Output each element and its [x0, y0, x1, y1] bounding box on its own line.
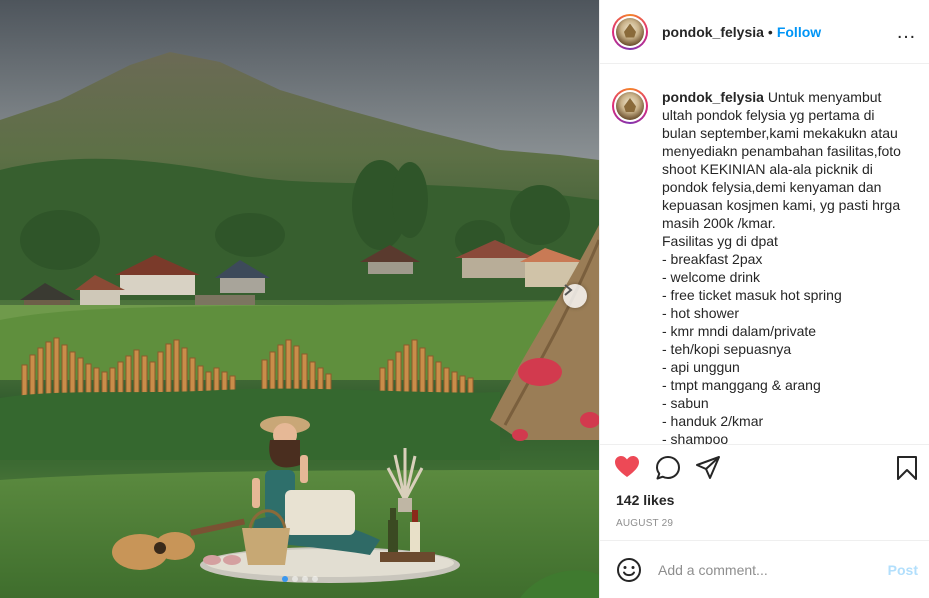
caption-line: - breakfast 2pax — [662, 251, 763, 267]
next-photo-button[interactable] — [563, 284, 587, 308]
caption-line: - api unggun — [662, 359, 740, 375]
caption-line: - teh/kopi sepuasnya — [662, 341, 792, 357]
caption-line: - tmpt manggang & arang — [662, 377, 821, 393]
bookmark-icon — [897, 456, 917, 480]
likes-count[interactable]: 142 likes — [616, 492, 674, 508]
comment-button[interactable] — [655, 455, 681, 486]
caption-line: ultah pondok felysia yg pertama di — [662, 107, 875, 123]
post-photo[interactable] — [0, 0, 599, 598]
scene-illustration — [0, 0, 599, 598]
carousel-dot — [281, 576, 288, 582]
like-button[interactable] — [614, 455, 640, 484]
post-date[interactable]: AUGUST 29 — [616, 518, 673, 529]
caption-line: - shampoo — [662, 431, 729, 445]
caption-line: shoot KEKINIAN ala-ala picknik di — [662, 161, 873, 177]
carousel-dot — [291, 576, 298, 582]
caption-username[interactable]: pondok_felysia — [662, 89, 764, 105]
comments-area[interactable]: pondok_felysia Untuk menyambut ultah pon… — [600, 64, 929, 445]
caption-line: - hot shower — [662, 305, 740, 321]
carousel-dot — [301, 576, 308, 582]
follow-button[interactable]: Follow — [777, 24, 821, 40]
profile-picture — [616, 92, 644, 120]
action-bar — [600, 455, 929, 487]
caption-text: pondok_felysia Untuk menyambut ultah pon… — [662, 88, 902, 445]
caption-line: - kmr mndi dalam/private — [662, 323, 817, 339]
emoji-button[interactable] — [616, 557, 642, 583]
post-caption: pondok_felysia Untuk menyambut ultah pon… — [600, 64, 929, 445]
share-icon — [696, 456, 720, 479]
caption-line: - handuk 2/kmar — [662, 413, 764, 429]
profile-picture — [616, 17, 644, 46]
post-sidebar: pondok_felysia • Follow … pondok_felysia… — [599, 0, 929, 598]
caption-line: pondok_felysia Untuk menyambut — [662, 88, 902, 106]
carousel-indicator — [281, 576, 318, 582]
post-view: pondok_felysia • Follow … pondok_felysia… — [0, 0, 929, 598]
username-link[interactable]: pondok_felysia — [662, 24, 764, 40]
caption-line: pondok felysia,demi kenyaman dan — [662, 179, 882, 195]
caption-line: Fasilitas yg di dpat — [662, 233, 778, 249]
heart-icon — [615, 456, 639, 477]
carousel-dot — [311, 576, 318, 582]
chevron-right-icon — [564, 284, 573, 296]
caption-line: - welcome drink — [662, 269, 761, 285]
comment-input[interactable] — [656, 560, 888, 579]
more-options-icon[interactable]: … — [896, 22, 917, 42]
post-header: pondok_felysia • Follow … — [600, 0, 929, 64]
post-comment-button[interactable]: Post — [888, 562, 918, 578]
caption-line: bulan september,kami mekakukn atau — [662, 125, 898, 141]
avatar[interactable] — [612, 13, 648, 50]
caption-line: - free ticket masuk hot spring — [662, 287, 842, 303]
comment-icon — [656, 456, 680, 480]
share-button[interactable] — [695, 455, 721, 486]
caption-line: menyediakn penambahan fasilitas,foto — [662, 143, 901, 159]
add-comment-bar: Post — [600, 540, 929, 598]
save-button[interactable] — [896, 455, 918, 486]
avatar[interactable] — [612, 88, 648, 124]
caption-line: masih 200k /kmar. — [662, 215, 776, 231]
caption-line-text: Untuk menyambut — [767, 89, 882, 105]
caption-line: kepuasan kosjmen kami, yg pasti hrga — [662, 197, 901, 213]
emoji-icon — [617, 557, 641, 582]
separator-dot: • — [767, 23, 773, 40]
caption-line: - sabun — [662, 395, 709, 411]
